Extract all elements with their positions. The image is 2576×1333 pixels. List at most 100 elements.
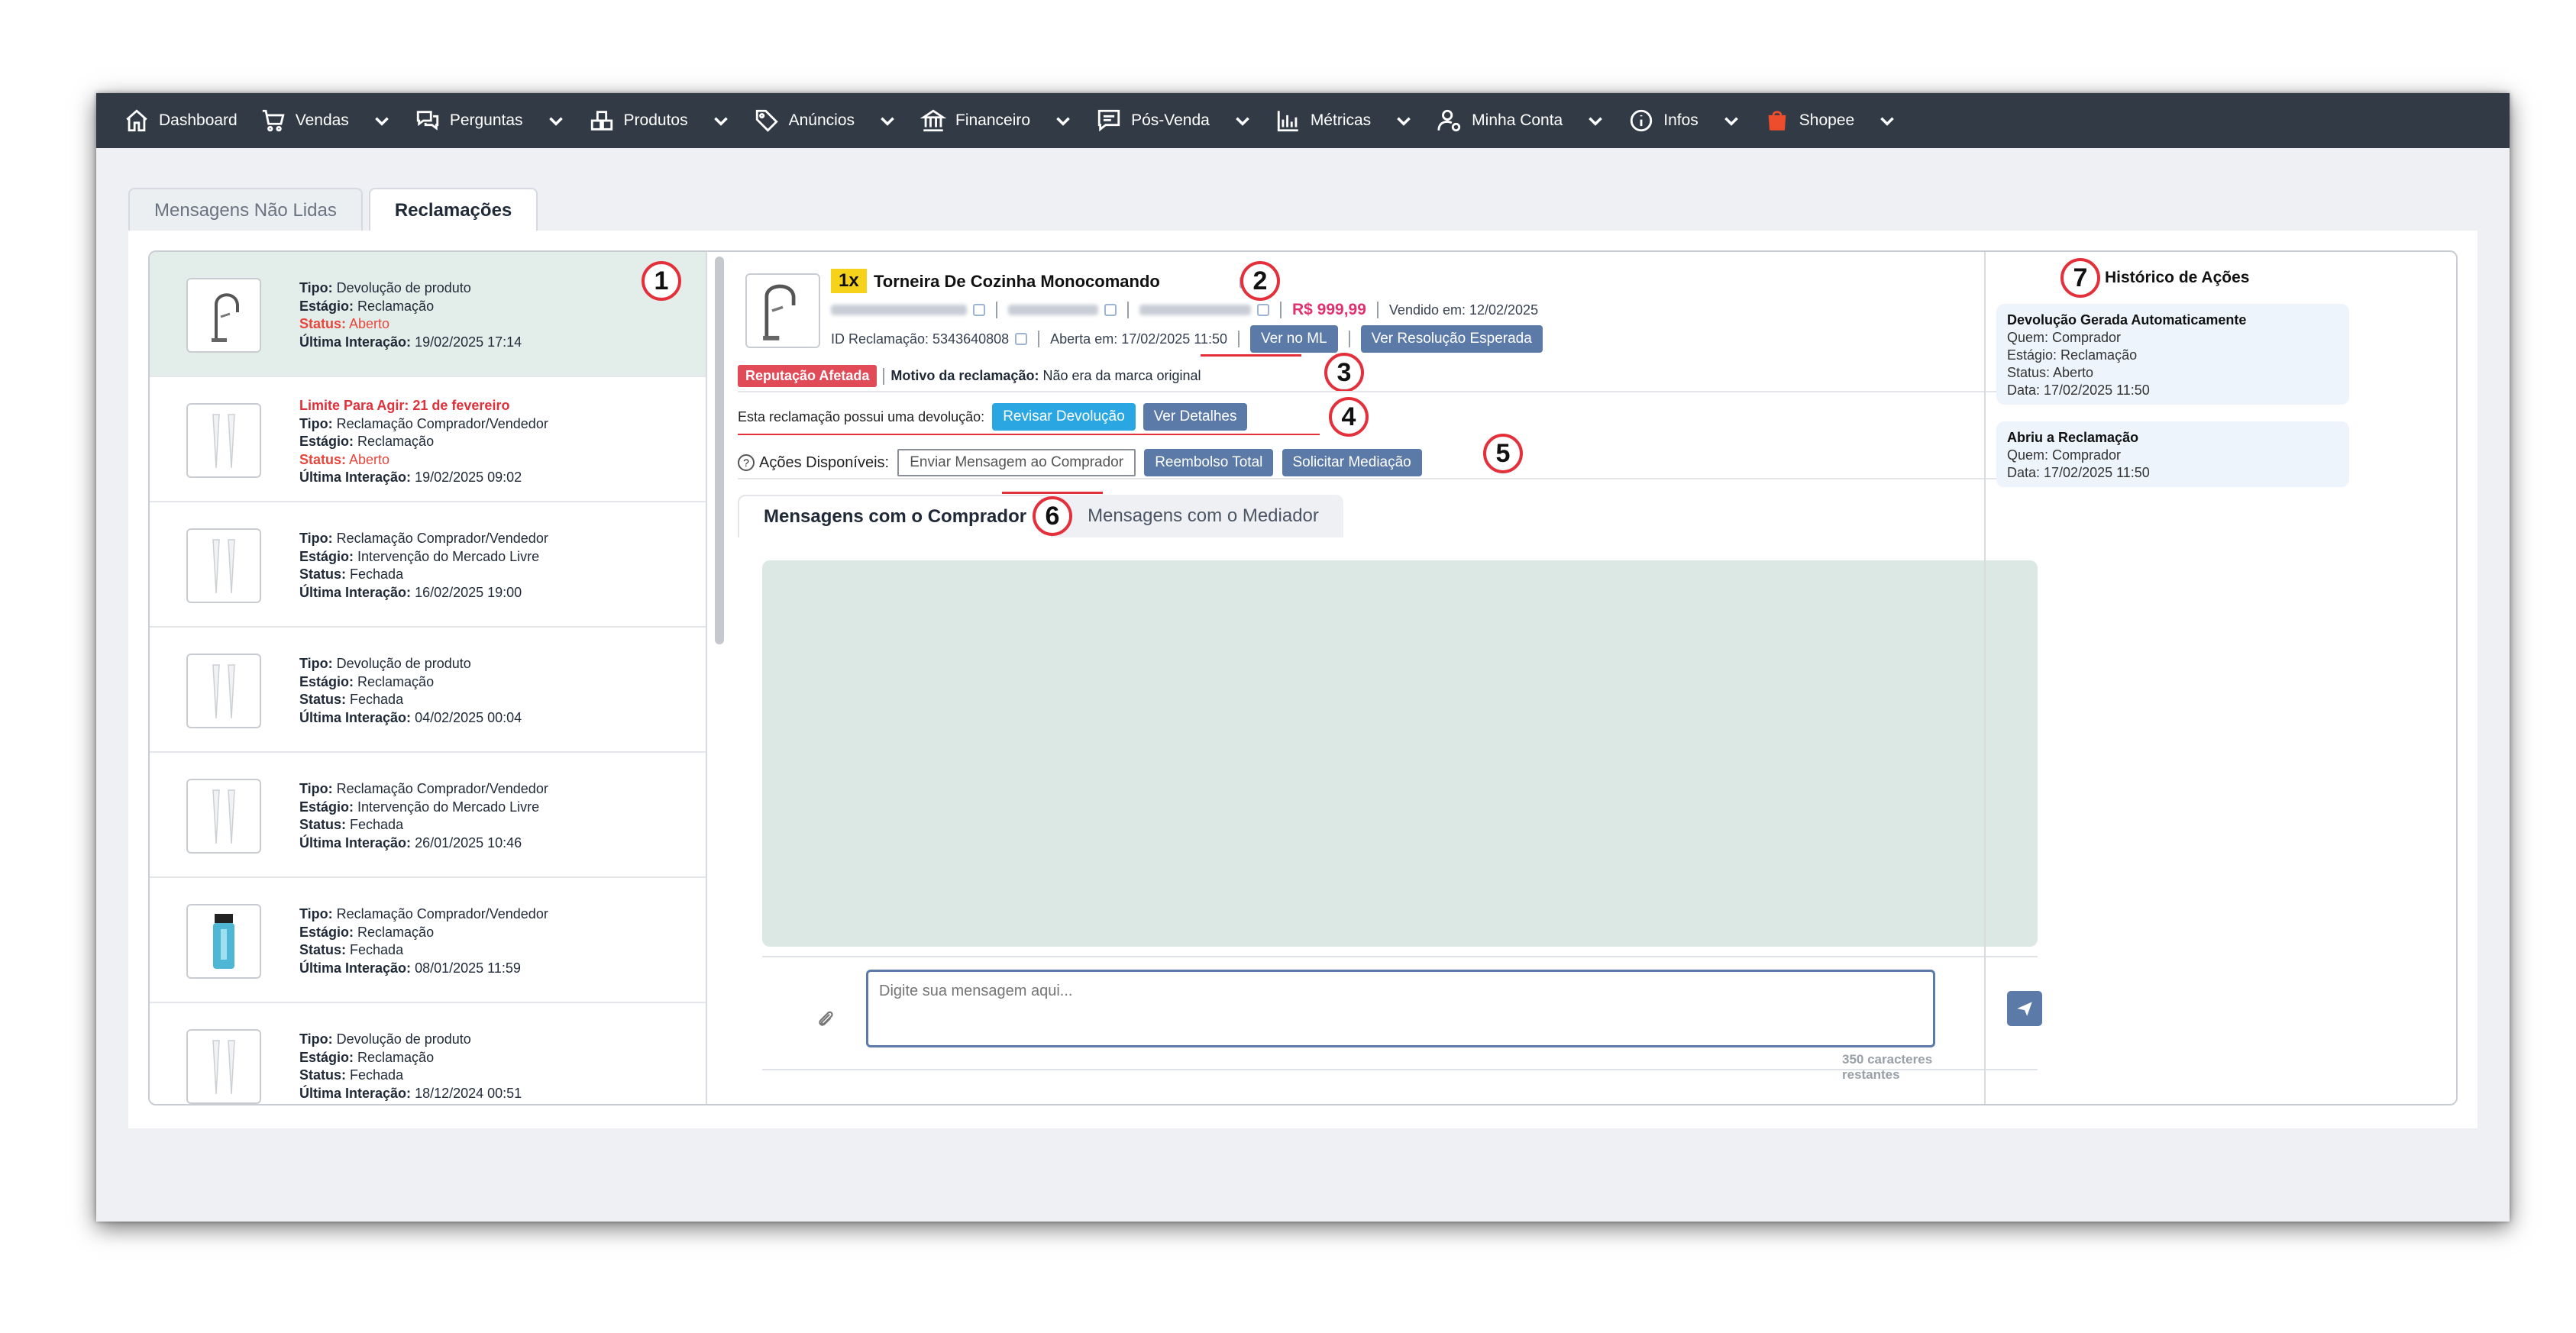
nav-label: Métricas bbox=[1310, 111, 1372, 129]
attachment-icon[interactable] bbox=[814, 1008, 837, 1031]
ultima-label: Última Interação: bbox=[299, 334, 412, 350]
opened-date: Aberta em: 17/02/2025 11:50 bbox=[1050, 331, 1227, 347]
boxes-icon bbox=[590, 111, 612, 131]
chevron-down-icon[interactable] bbox=[1585, 111, 1605, 131]
claims-list: Tipo: Devolução de produto Estágio: Recla… bbox=[150, 252, 707, 1104]
nav-financeiro[interactable]: Financeiro bbox=[920, 93, 1073, 148]
claim-list-item[interactable]: Limite Para Agir: 21 de fevereiro Tipo: R… bbox=[150, 377, 706, 502]
nav-minha-conta[interactable]: Minha Conta bbox=[1437, 93, 1605, 148]
user-gear-icon bbox=[1437, 109, 1461, 132]
claim-list-item[interactable]: Tipo: Reclamação Comprador/Vendedor Estág… bbox=[150, 878, 706, 1003]
claim-stage: Reclamação bbox=[357, 298, 435, 314]
nav-label: Produtos bbox=[623, 111, 688, 129]
claim-list-item[interactable]: Tipo: Devolução de produto Estágio: Recla… bbox=[150, 252, 706, 377]
return-text: Esta reclamação possui uma devolução: bbox=[738, 408, 985, 424]
claim-status: Fechada bbox=[350, 566, 404, 582]
tab-reclamacoes[interactable]: Reclamações bbox=[368, 188, 538, 232]
chevron-down-icon[interactable] bbox=[372, 111, 392, 131]
chevron-down-icon[interactable] bbox=[1394, 111, 1414, 131]
chevron-down-icon[interactable] bbox=[1721, 111, 1741, 131]
main-card: Tipo: Devolução de produto Estágio: Recla… bbox=[128, 231, 2477, 1128]
help-icon[interactable]: ? bbox=[738, 454, 755, 471]
chevron-down-icon[interactable] bbox=[1053, 111, 1073, 131]
claim-summary: Tipo: Devolução de produto Estágio: Recla… bbox=[299, 655, 522, 727]
chevron-down-icon[interactable] bbox=[546, 111, 566, 131]
chevron-down-icon[interactable] bbox=[1877, 111, 1897, 131]
claim-type: Devolução de produto bbox=[336, 280, 471, 295]
nav-label: Vendas bbox=[295, 111, 349, 129]
reembolso-total-button[interactable]: Reembolso Total bbox=[1144, 449, 1274, 476]
estagio-label: Estágio: bbox=[299, 924, 354, 940]
claim-list-item[interactable]: Tipo: Reclamação Comprador/Vendedor Estág… bbox=[150, 502, 706, 628]
nav-label: Shopee bbox=[1799, 111, 1855, 129]
claim-thumbnail bbox=[186, 779, 261, 854]
ultima-label: Última Interação: bbox=[299, 470, 412, 485]
divider bbox=[762, 1069, 2038, 1070]
annotation-marker-3: 3 bbox=[1324, 353, 1364, 392]
reputation-row: Reputação Afetada Motivo da reclamação: … bbox=[738, 365, 1201, 387]
ver-resolucao-button[interactable]: Ver Resolução Esperada bbox=[1360, 325, 1543, 353]
tab-mensagens-comprador[interactable]: Mensagens com o Comprador bbox=[738, 495, 1053, 537]
product-image bbox=[212, 789, 235, 844]
product-title-text: Torneira De Cozinha Monocomando bbox=[874, 272, 1160, 291]
estagio-label: Estágio: bbox=[299, 799, 354, 815]
product-image bbox=[213, 914, 234, 969]
nav-pos-venda[interactable]: Pós-Venda bbox=[1096, 93, 1252, 148]
motivo-value: Não era da marca original bbox=[1042, 368, 1201, 383]
divider bbox=[738, 478, 2051, 479]
claim-list-item[interactable]: Tipo: Devolução de produto Estágio: Recla… bbox=[150, 1003, 706, 1104]
claim-list-item[interactable]: Tipo: Reclamação Comprador/Vendedor Estág… bbox=[150, 753, 706, 878]
copy-icon[interactable] bbox=[973, 304, 985, 316]
solicitar-mediacao-button[interactable]: Solicitar Mediação bbox=[1282, 449, 1422, 476]
claim-summary: Tipo: Devolução de produto Estágio: Recla… bbox=[299, 279, 522, 351]
annotation-underline bbox=[738, 434, 1320, 435]
revisar-devolucao-button[interactable]: Revisar Devolução bbox=[992, 403, 1136, 431]
ver-no-ml-button[interactable]: Ver no ML bbox=[1250, 325, 1338, 353]
tab-mensagens-mediador[interactable]: Mensagens com o Mediador bbox=[1052, 495, 1343, 537]
divider bbox=[1376, 302, 1378, 318]
nav-metricas[interactable]: Métricas bbox=[1275, 93, 1414, 148]
redacted-order-id bbox=[831, 305, 967, 315]
claim-status: Fechada bbox=[350, 817, 404, 832]
copy-icon[interactable] bbox=[1257, 304, 1269, 316]
message-square-icon bbox=[1097, 109, 1120, 132]
nav-produtos[interactable]: Produtos bbox=[589, 93, 731, 148]
claim-thumbnail bbox=[186, 278, 261, 353]
claim-stage: Intervenção do Mercado Livre bbox=[357, 799, 540, 815]
last-interaction: 19/02/2025 09:02 bbox=[415, 470, 522, 485]
list-scrollbar[interactable] bbox=[715, 257, 724, 644]
history-entry: Abriu a Reclamação Quem: Comprador Data:… bbox=[1996, 421, 2349, 487]
history-entry-line: Data: 17/02/2025 11:50 bbox=[2007, 382, 2150, 398]
annotation-underline bbox=[1002, 492, 1103, 494]
nav-shopee[interactable]: Shopee bbox=[1764, 93, 1897, 148]
nav-perguntas[interactable]: Perguntas bbox=[415, 93, 566, 148]
chat-history-area bbox=[762, 560, 2038, 947]
last-interaction: 08/01/2025 11:59 bbox=[415, 960, 521, 976]
nav-label: Infos bbox=[1663, 111, 1698, 129]
annotation-underline bbox=[1201, 354, 1301, 357]
annotation-marker-4: 4 bbox=[1329, 397, 1369, 437]
ver-detalhes-button[interactable]: Ver Detalhes bbox=[1143, 403, 1248, 431]
nav-infos[interactable]: Infos bbox=[1628, 93, 1741, 148]
copy-icon[interactable] bbox=[1104, 304, 1117, 316]
nav-vendas[interactable]: Vendas bbox=[260, 93, 392, 148]
claim-list-item[interactable]: Tipo: Devolução de produto Estágio: Recla… bbox=[150, 628, 706, 753]
copy-icon[interactable] bbox=[1015, 333, 1028, 345]
claim-type: Reclamação Comprador/Vendedor bbox=[336, 415, 548, 431]
enviar-mensagem-button[interactable]: Enviar Mensagem ao Comprador bbox=[897, 449, 1136, 476]
annotation-marker-7: 7 bbox=[2060, 258, 2100, 298]
claim-type: Reclamação Comprador/Vendedor bbox=[336, 781, 548, 796]
message-input[interactable] bbox=[866, 970, 1935, 1047]
claim-summary: Limite Para Agir: 21 de fevereiro Tipo: R… bbox=[299, 397, 548, 487]
tab-mensagens-nao-lidas[interactable]: Mensagens Não Lidas bbox=[128, 188, 363, 232]
chevron-down-icon[interactable] bbox=[878, 111, 897, 131]
chevron-down-icon[interactable] bbox=[1233, 111, 1252, 131]
redacted-buyer bbox=[1008, 305, 1098, 315]
nav-dashboard[interactable]: Dashboard bbox=[124, 93, 238, 148]
tag-icon bbox=[755, 109, 778, 132]
claim-thumbnail bbox=[186, 528, 261, 603]
claims-panel: Tipo: Devolução de produto Estágio: Recla… bbox=[148, 250, 2458, 1105]
claim-thumbnail bbox=[186, 403, 261, 478]
nav-anuncios[interactable]: Anúncios bbox=[754, 93, 897, 148]
chevron-down-icon[interactable] bbox=[711, 111, 731, 131]
